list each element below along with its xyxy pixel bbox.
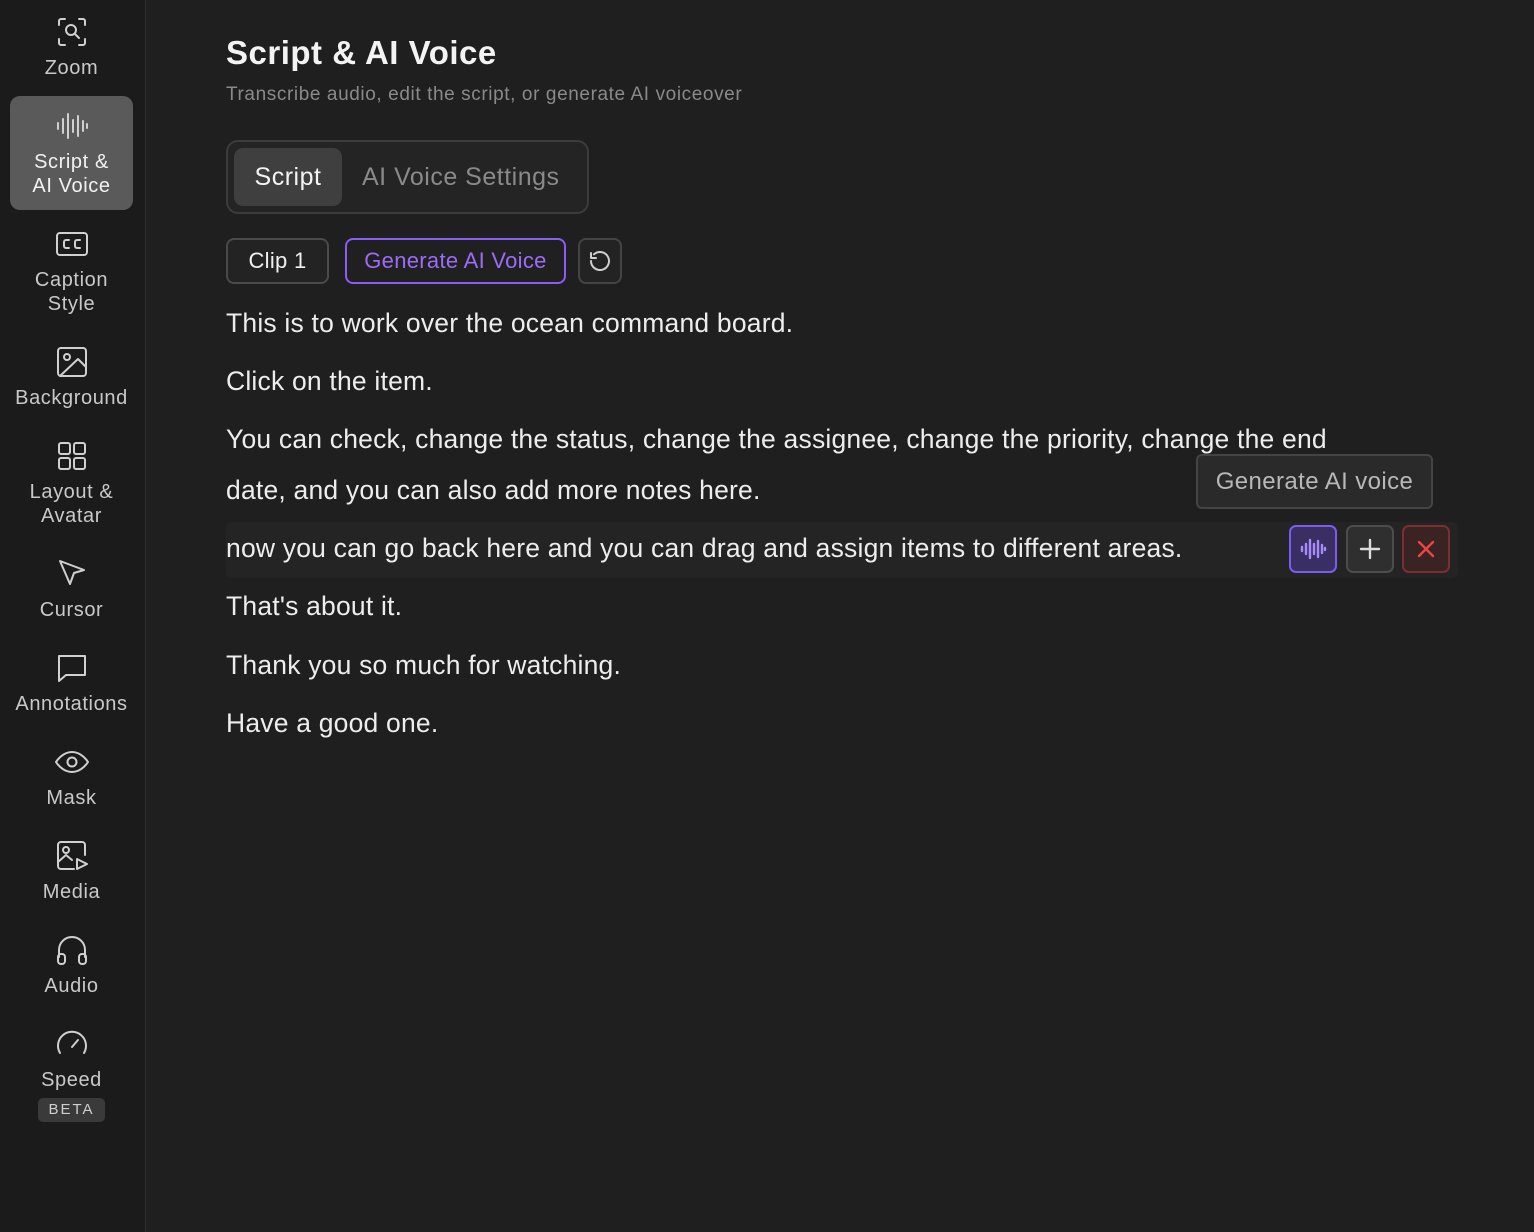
waveform-icon (1299, 535, 1327, 563)
script-line-active[interactable]: now you can go back here and you can dra… (226, 533, 1182, 564)
sidebar-item-label: Audio (44, 975, 99, 997)
speech-bubble-icon (54, 650, 90, 686)
script-line[interactable]: Have a good one. (226, 708, 438, 739)
sidebar-item-script-ai-voice[interactable]: Script & AI Voice (10, 96, 133, 210)
plus-icon (1356, 535, 1384, 563)
sidebar-item-zoom[interactable]: Zoom (10, 14, 133, 80)
grid-icon (54, 438, 90, 474)
script-line[interactable]: date, and you can also add more notes he… (226, 475, 761, 506)
sidebar-item-label: Mask (46, 787, 97, 809)
page-subtitle: Transcribe audio, edit the script, or ge… (226, 84, 743, 105)
gauge-icon (54, 1026, 90, 1062)
refresh-button[interactable] (578, 238, 622, 284)
sidebar: Zoom Script & AI Voice Caption Style Bac… (0, 0, 146, 1232)
waveform-icon (54, 108, 90, 144)
headphones-icon (54, 932, 90, 968)
image-icon (54, 344, 90, 380)
sidebar-item-label: Caption Style (34, 269, 109, 315)
sidebar-item-mask[interactable]: Mask (10, 744, 133, 810)
sidebar-item-audio[interactable]: Audio (10, 932, 133, 998)
eye-icon (54, 744, 90, 780)
tab-ai-voice-settings[interactable]: AI Voice Settings (362, 148, 560, 206)
sidebar-item-media[interactable]: Media (10, 838, 133, 904)
sidebar-item-label: Script & AI Voice (32, 151, 111, 197)
sidebar-item-label: Annotations (15, 693, 128, 715)
script-line[interactable]: You can check, change the status, change… (226, 424, 1327, 455)
sidebar-item-label: Layout & Avatar (29, 481, 114, 527)
page-title: Script & AI Voice (226, 34, 497, 71)
line-delete-button[interactable] (1402, 525, 1450, 573)
cursor-icon (54, 556, 90, 592)
sidebar-item-background[interactable]: Background (10, 344, 133, 410)
line-add-button[interactable] (1346, 525, 1394, 573)
line-generate-voice-button[interactable] (1289, 525, 1337, 573)
tab-script[interactable]: Script (234, 148, 342, 206)
media-icon (54, 838, 90, 874)
sidebar-item-label: Media (42, 881, 101, 903)
sidebar-item-label: Background (15, 387, 128, 409)
generate-ai-voice-button[interactable]: Generate AI Voice (345, 238, 566, 284)
script-line[interactable]: That's about it. (226, 591, 402, 622)
cc-icon (54, 226, 90, 262)
sidebar-item-caption-style[interactable]: Caption Style (10, 226, 133, 316)
script-line[interactable]: Click on the item. (226, 366, 433, 397)
sidebar-item-layout-avatar[interactable]: Layout & Avatar (10, 438, 133, 528)
sidebar-item-cursor[interactable]: Cursor (10, 556, 133, 622)
generate-ai-voice-tooltip: Generate AI voice (1196, 454, 1433, 509)
refresh-icon (588, 249, 612, 273)
sidebar-item-label: Speed (41, 1069, 102, 1091)
sidebar-item-label: Zoom (44, 57, 99, 79)
beta-badge: BETA (38, 1098, 105, 1122)
tab-group: Script AI Voice Settings (226, 140, 589, 214)
sidebar-item-label: Cursor (39, 599, 104, 621)
sidebar-item-annotations[interactable]: Annotations (10, 650, 133, 716)
zoom-icon (54, 14, 90, 50)
sidebar-item-speed[interactable]: Speed BETA (10, 1026, 133, 1122)
close-icon (1412, 535, 1440, 563)
script-line[interactable]: This is to work over the ocean command b… (226, 308, 793, 339)
script-line[interactable]: Thank you so much for watching. (226, 650, 621, 681)
clip-selector-button[interactable]: Clip 1 (226, 238, 329, 284)
